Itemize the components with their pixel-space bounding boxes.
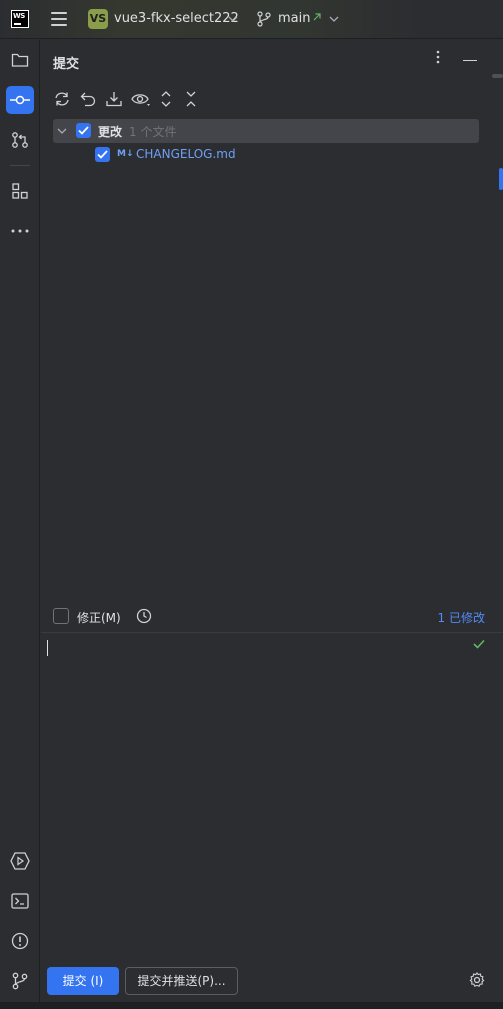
refresh-icon[interactable] (53, 90, 71, 108)
modified-count-link[interactable]: 1 已修改 (438, 609, 485, 626)
changes-tree: 更改 1 个文件 M↓ CHANGELOG.md (53, 119, 479, 167)
check-icon (473, 639, 485, 649)
more-icon[interactable] (6, 217, 34, 245)
chevron-down-icon[interactable] (57, 127, 67, 135)
scrollbar-thumb[interactable] (499, 168, 503, 190)
minimize-icon[interactable] (463, 60, 477, 61)
markdown-icon: M↓ (117, 149, 134, 159)
git-icon[interactable] (6, 967, 34, 995)
commit-and-push-button[interactable]: 提交并推送(P)... (125, 967, 238, 995)
changelist-checkbox[interactable] (76, 123, 91, 138)
terminal-icon[interactable] (6, 887, 34, 915)
pull-requests-icon[interactable] (6, 126, 34, 154)
changelist-count: 1 个文件 (129, 125, 177, 139)
amend-checkbox[interactable] (53, 608, 69, 624)
main-menu-icon[interactable] (51, 12, 67, 26)
commit-button[interactable]: 提交 (I) (47, 967, 119, 995)
text-caret (47, 640, 48, 656)
structure-icon[interactable] (6, 177, 34, 205)
window-bottom-edge (0, 1002, 503, 1009)
project-name[interactable]: vue3-fkx-select222 (114, 11, 239, 26)
scrollbar-top[interactable] (492, 74, 503, 78)
options-vertical-icon[interactable] (436, 50, 440, 64)
left-toolbar (0, 40, 40, 1009)
commit-icon[interactable] (6, 86, 34, 114)
problems-icon[interactable] (6, 927, 34, 955)
branch-name[interactable]: main (278, 11, 310, 26)
expand-all-icon[interactable] (157, 90, 175, 108)
file-name[interactable]: CHANGELOG.md (136, 147, 236, 161)
update-icon[interactable] (105, 90, 123, 108)
rollback-icon[interactable] (79, 90, 97, 108)
run-icon[interactable] (6, 847, 34, 875)
commit-actions: 提交 (I) 提交并推送(P)... (41, 966, 503, 996)
panel-title: 提交 (53, 57, 80, 72)
clock-icon[interactable] (136, 608, 152, 624)
commit-panel: 提交 更改 1 个文件 M↓ CHANGELOG.md 修正(M) 1 已修改 … (41, 40, 503, 1009)
chevron-down-icon[interactable] (228, 15, 238, 23)
changelist-label: 更改 (98, 125, 123, 139)
commit-message-input[interactable] (41, 632, 503, 952)
webstorm-logo[interactable]: WS (11, 10, 29, 28)
view-icon[interactable] (131, 90, 151, 108)
file-checkbox[interactable] (95, 147, 110, 162)
branch-icon[interactable] (257, 11, 271, 27)
gear-icon[interactable] (469, 972, 485, 988)
file-row[interactable]: M↓ CHANGELOG.md (53, 143, 479, 167)
amend-label[interactable]: 修正(M) (77, 609, 121, 626)
title-bar: WS VS vue3-fkx-select222 main (0, 0, 503, 39)
project-badge[interactable]: VS (88, 9, 108, 29)
project-icon[interactable] (6, 46, 34, 74)
collapse-all-icon[interactable] (182, 90, 200, 108)
amend-row: 修正(M) 1 已修改 (41, 604, 503, 628)
changelist-row[interactable]: 更改 1 个文件 (53, 119, 479, 143)
outgoing-arrow-icon (313, 13, 321, 21)
branch-chevron-down-icon[interactable] (329, 15, 339, 23)
